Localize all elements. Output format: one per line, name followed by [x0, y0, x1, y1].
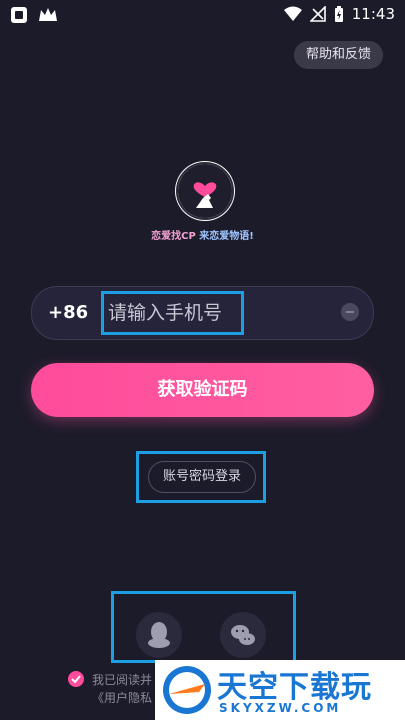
slogan-part2: 来恋爱物语!: [199, 231, 254, 242]
crown-icon: [39, 8, 57, 21]
watermark-url: SKYXZW.COM: [219, 701, 342, 715]
status-bar: 11:43: [0, 0, 405, 28]
agreement-line2[interactable]: 《用户隐私: [92, 689, 152, 707]
agreement: 我已阅读并 《用户隐私: [68, 671, 152, 707]
agreement-line1: 我已阅读并: [92, 673, 153, 687]
watermark-title: 天空下载玩: [217, 670, 372, 705]
clear-icon[interactable]: [341, 303, 359, 321]
slogan: 恋爱找CP 来恋爱物语!: [0, 227, 405, 242]
qq-icon: [148, 622, 170, 648]
app-logo: [176, 162, 234, 220]
notification-icon: [11, 7, 27, 23]
slogan-part1: 恋爱找CP: [151, 231, 196, 242]
get-code-button[interactable]: 获取验证码: [31, 363, 374, 417]
wifi-icon: [283, 6, 302, 21]
help-feedback-button[interactable]: 帮助和反馈: [293, 41, 383, 69]
wechat-icon: [231, 625, 255, 645]
phone-input[interactable]: [106, 295, 340, 331]
clear-glyph-icon: [346, 311, 354, 313]
wechat-login-button[interactable]: [220, 612, 266, 658]
divider: [102, 303, 103, 323]
plane-logo-icon: [163, 666, 211, 714]
heart-hand-icon: [178, 164, 232, 218]
agree-checkbox[interactable]: [68, 671, 84, 687]
battery-icon: [334, 5, 343, 22]
signal-icon: [309, 6, 326, 22]
check-icon: [71, 675, 81, 684]
status-time: 11:43: [351, 5, 395, 23]
watermark: 天空下载玩 SKYXZW.COM: [155, 660, 405, 720]
password-login-button[interactable]: 账号密码登录: [148, 461, 256, 493]
qq-login-button[interactable]: [136, 612, 182, 658]
phone-input-box: +86: [31, 286, 374, 340]
country-code[interactable]: +86: [48, 302, 88, 323]
